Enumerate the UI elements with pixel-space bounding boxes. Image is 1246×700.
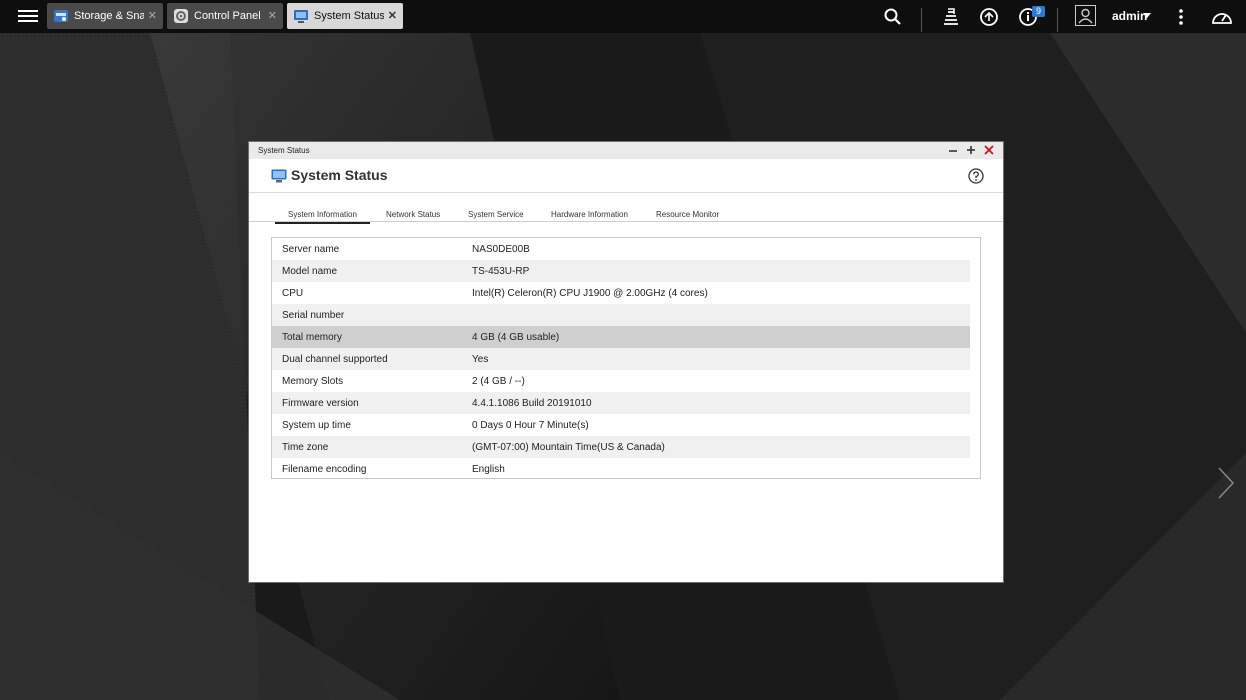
row-label: Firmware version <box>282 398 359 409</box>
table-row: Time zone (GMT-07:00) Mountain Time(US &… <box>272 436 970 458</box>
tab-label: Storage & Sna... <box>74 10 144 22</box>
table-row: Memory Slots 2 (4 GB / --) <box>272 370 970 392</box>
row-label: Serial number <box>282 310 345 321</box>
minimize-icon[interactable] <box>947 144 959 156</box>
notification-badge: 9 <box>1032 6 1045 17</box>
table-row: Firmware version 4.4.1.1086 Build 201910… <box>272 392 970 414</box>
tab-label: Control Panel <box>194 10 261 22</box>
dashboard-icon[interactable] <box>1210 6 1234 28</box>
user-avatar-icon[interactable] <box>1075 5 1096 26</box>
row-value: TS-453U-RP <box>472 266 530 277</box>
tab-control-panel[interactable]: Control Panel ✕ <box>167 3 283 29</box>
tab-label: System Status <box>314 10 384 22</box>
window-titlebar[interactable]: System Status <box>249 142 1003 159</box>
tab-bar: System Information Network Status System… <box>249 204 1003 224</box>
table-row: System up time 0 Days 0 Hour 7 Minute(s) <box>272 414 970 436</box>
table-row: CPU Intel(R) Celeron(R) CPU J1900 @ 2.00… <box>272 282 970 304</box>
table-row: Dual channel supported Yes <box>272 348 970 370</box>
row-label: CPU <box>282 288 304 299</box>
table-row: Filename encoding English <box>272 458 970 480</box>
tab-system-status[interactable]: System Status ✕ <box>287 3 403 29</box>
close-icon[interactable]: ✕ <box>388 9 397 22</box>
system-status-icon <box>271 169 287 183</box>
tab-network-status[interactable]: Network Status <box>386 210 440 219</box>
row-value: Intel(R) Celeron(R) CPU J1900 @ 2.00GHz … <box>472 288 708 299</box>
window-title: System Status <box>258 146 310 155</box>
table-row-selected[interactable]: Total memory 4 GB (4 GB usable) <box>272 326 970 348</box>
tab-resource-monitor[interactable]: Resource Monitor <box>656 210 719 219</box>
close-icon[interactable]: ✕ <box>268 9 277 22</box>
system-information-table: Server name NAS0DE00B Model name TS-453U… <box>271 237 981 479</box>
row-label: Time zone <box>282 442 329 453</box>
toolbar-divider <box>1057 8 1058 32</box>
chevron-right-icon[interactable] <box>1216 466 1236 500</box>
tab-hardware-information[interactable]: Hardware Information <box>551 210 628 219</box>
row-label: Model name <box>282 266 338 277</box>
external-device-icon[interactable] <box>978 6 1000 28</box>
table-row: Server name NAS0DE00B <box>272 238 970 260</box>
row-label: Total memory <box>282 332 343 343</box>
table-row: Serial number <box>272 304 970 326</box>
row-label: System up time <box>282 420 351 431</box>
row-value: 2 (4 GB / --) <box>472 376 525 387</box>
background-tasks-icon[interactable] <box>940 6 962 28</box>
row-value: NAS0DE00B <box>472 244 530 255</box>
toolbar-divider <box>921 8 922 32</box>
search-icon[interactable] <box>882 6 904 28</box>
maximize-icon[interactable] <box>965 144 977 156</box>
more-options-icon[interactable] <box>1170 6 1192 28</box>
app-header: System Status <box>249 159 1003 193</box>
row-label: Filename encoding <box>282 464 367 475</box>
row-value: Yes <box>472 354 489 365</box>
close-icon[interactable]: ✕ <box>148 9 157 22</box>
page-title: System Status <box>291 167 388 183</box>
row-value: 4 GB (4 GB usable) <box>472 332 560 343</box>
tab-system-information[interactable]: System Information <box>275 210 370 224</box>
row-label: Dual channel supported <box>282 354 388 365</box>
row-value: English <box>472 464 505 475</box>
row-label: Memory Slots <box>282 376 344 387</box>
table-row: Model name TS-453U-RP <box>272 260 970 282</box>
top-bar: Storage & Sna... ✕ Control Panel ✕ Syste… <box>0 0 1246 33</box>
storage-snapshots-icon <box>54 10 68 22</box>
system-status-window: System Status System Status System Infor… <box>249 142 1003 582</box>
chevron-down-icon[interactable] <box>1143 13 1151 18</box>
close-icon[interactable] <box>983 144 995 156</box>
system-status-icon <box>294 10 308 23</box>
tab-system-service[interactable]: System Service <box>468 210 524 219</box>
tab-storage-snapshots[interactable]: Storage & Sna... ✕ <box>47 3 163 29</box>
row-value: (GMT-07:00) Mountain Time(US & Canada) <box>472 442 665 453</box>
help-icon[interactable] <box>968 168 984 184</box>
main-menu-icon[interactable] <box>18 7 38 25</box>
row-value: 4.4.1.1086 Build 20191010 <box>472 398 592 409</box>
row-label: Server name <box>282 244 340 255</box>
control-panel-icon <box>174 9 188 23</box>
row-value: 0 Days 0 Hour 7 Minute(s) <box>472 420 589 431</box>
